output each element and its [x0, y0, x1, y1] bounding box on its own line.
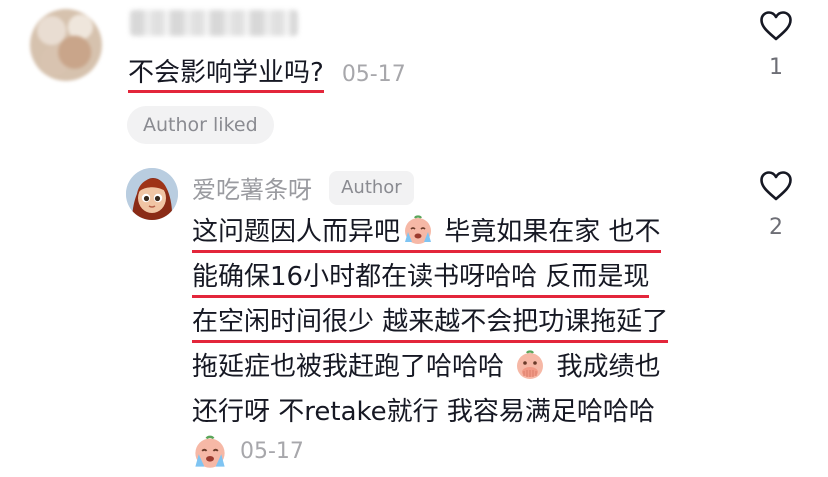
underlined-text: 能确保16小时都在读书呀哈哈 反而是现 — [192, 262, 650, 298]
comment-like-count: 1 — [769, 55, 783, 80]
cartoon-girl-avatar-icon — [126, 168, 178, 220]
crying-face-emoji-icon — [405, 215, 432, 244]
reply-footer: 05-17 — [190, 434, 304, 470]
comment-thread: 不会影响学业吗? 05-17 Author liked 1 爱吃薯条呀 Autho… — [0, 0, 828, 477]
author-liked-badge: Author liked — [127, 106, 274, 144]
comment-text: 不会影响学业吗? — [128, 58, 324, 93]
reply-text: 这问题因人而异吧 毕竟如果在家 也不 能确保16小时都在读书呀哈哈 反而是现 在… — [192, 210, 722, 435]
reply-line-3: 在空闲时间很少 越来越不会把功课拖延了 — [192, 300, 722, 345]
reply-line-1: 这问题因人而异吧 毕竟如果在家 也不 — [192, 210, 722, 255]
replier-avatar[interactable] — [126, 168, 178, 220]
reply-date: 05-17 — [240, 439, 304, 464]
underlined-text: 在空闲时间很少 越来越不会把功课拖延了 — [192, 307, 669, 343]
comment-text-row: 不会影响学业吗? 05-17 — [128, 56, 406, 93]
comment-date: 05-17 — [341, 62, 406, 87]
author-tag: Author — [329, 170, 414, 205]
reply-text-segment: 这问题因人而异吧 — [192, 217, 401, 247]
crying-face-emoji-icon — [195, 435, 225, 468]
heart-icon[interactable] — [759, 10, 793, 42]
reply-text-segment: 拖延症也被我赶跑了哈哈哈 — [192, 352, 513, 382]
reply-line-4: 拖延症也被我赶跑了哈哈哈 我成绩也 — [192, 345, 722, 390]
reply-text-segment: 毕竟如果在家 也不 — [444, 217, 661, 247]
replier-username[interactable]: 爱吃薯条呀 — [192, 176, 312, 204]
reply-like-count: 2 — [769, 215, 783, 240]
comment-like-button[interactable]: 1 — [756, 10, 796, 80]
covering-mouth-face-emoji-icon — [517, 350, 544, 379]
reply-line-5: 还行呀 不retake就行 我容易满足哈哈哈 — [192, 397, 655, 427]
underlined-text: 这问题因人而异吧 毕竟如果在家 也不 — [192, 215, 661, 253]
commenter-username-blurred[interactable] — [130, 10, 298, 36]
heart-icon[interactable] — [759, 170, 793, 202]
reply-header: 爱吃薯条呀 Author — [192, 170, 414, 205]
reply-like-button[interactable]: 2 — [756, 170, 796, 240]
reply-text-segment: 我成绩也 — [548, 352, 661, 382]
reply-line-2: 能确保16小时都在读书呀哈哈 反而是现 — [192, 255, 722, 300]
commenter-avatar[interactable] — [30, 9, 102, 81]
